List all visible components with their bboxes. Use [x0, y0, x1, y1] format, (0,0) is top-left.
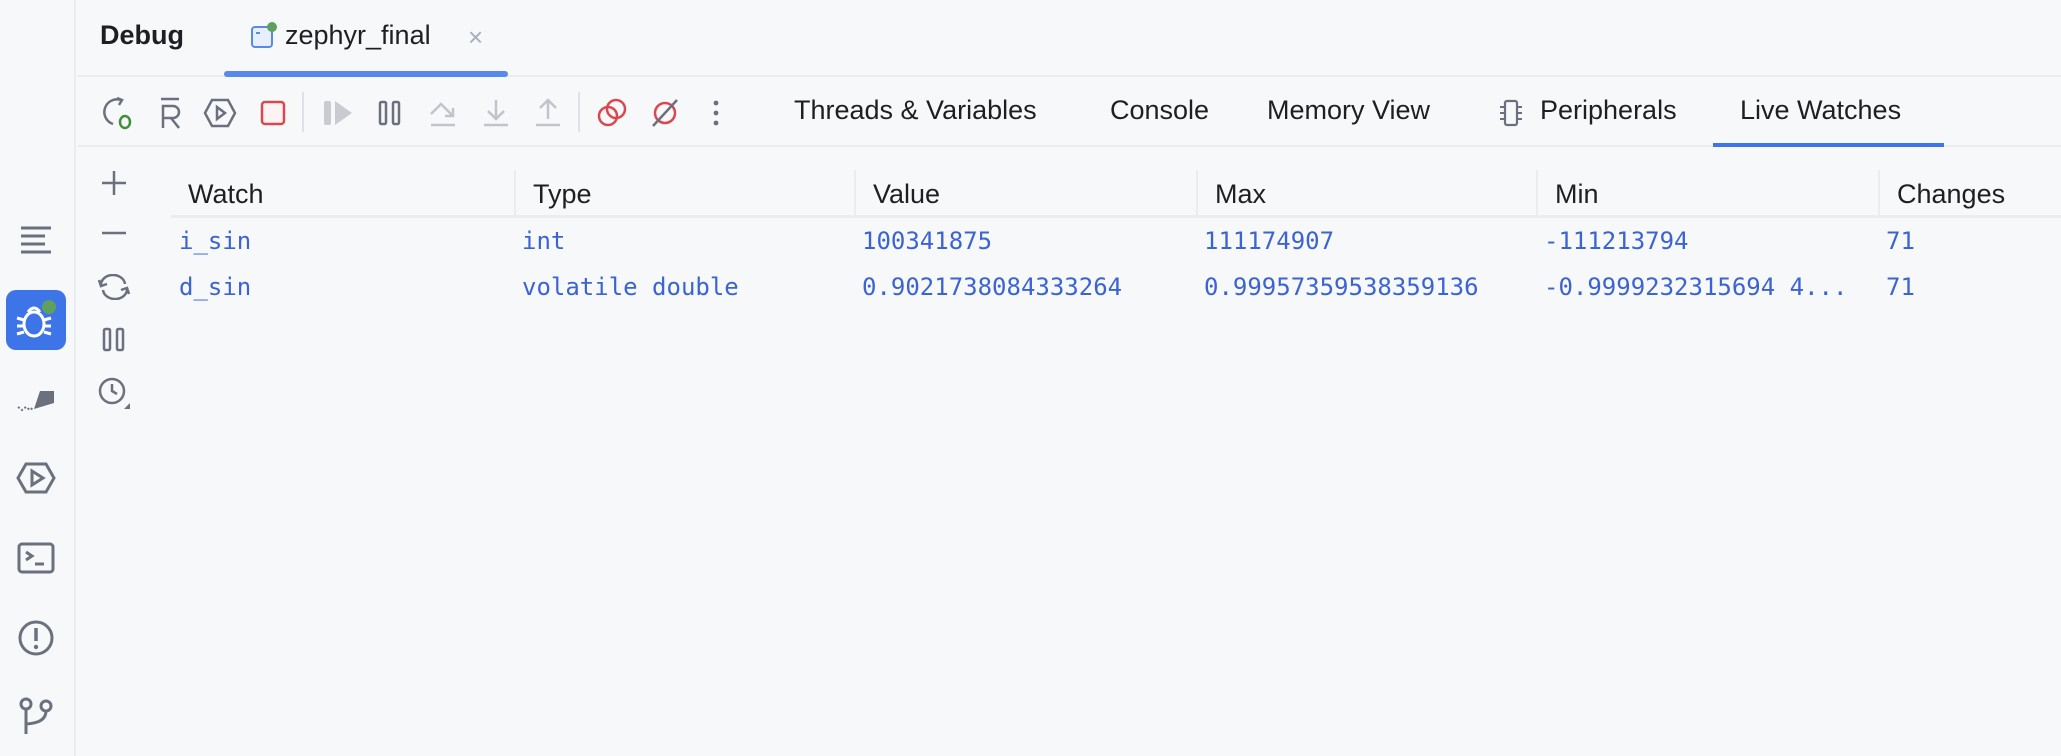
watch-type: volatile double [514, 264, 854, 310]
tab-memory-view[interactable]: Memory View [1267, 95, 1430, 126]
clock-icon [97, 376, 131, 410]
remove-watch-button[interactable] [96, 215, 132, 251]
problems-button[interactable] [6, 608, 66, 668]
run-button[interactable] [6, 448, 66, 508]
more-vertical-icon [711, 98, 721, 128]
table-row[interactable]: i_sin int 100341875 111174907 -111213794… [171, 218, 2061, 264]
watch-min: -111213794 [1536, 218, 1878, 264]
run-config-icon [250, 22, 278, 50]
git-button[interactable] [6, 686, 66, 746]
run-hexagon-icon [16, 462, 56, 494]
run-hexagon-icon [203, 98, 237, 128]
add-watch-button[interactable] [96, 165, 132, 201]
pause-button[interactable] [372, 95, 408, 131]
table-row[interactable]: d_sin volatile double 0.9021738084333264… [171, 264, 2061, 310]
stop-button[interactable] [255, 95, 291, 131]
problems-icon [17, 619, 55, 657]
watch-changes: 71 [1878, 218, 2058, 264]
mute-breakpoints-icon [650, 98, 680, 128]
reset-button[interactable] [152, 95, 188, 131]
terminal-icon [17, 542, 55, 574]
tab-console[interactable]: Console [1110, 95, 1209, 126]
column-header-max[interactable]: Max [1196, 170, 1536, 218]
watch-value: 0.9021738084333264 [854, 264, 1196, 310]
rerun-button[interactable] [100, 95, 136, 131]
column-header-changes[interactable]: Changes [1878, 170, 2058, 218]
watch-value: 100341875 [854, 218, 1196, 264]
step-over-icon [428, 98, 458, 128]
terminal-button[interactable] [6, 528, 66, 588]
rerun-debug-icon [101, 96, 135, 130]
git-branch-icon [18, 696, 54, 736]
session-tab-label: zephyr_final [285, 20, 431, 51]
profiler-icon [16, 385, 56, 415]
column-header-watch[interactable]: Watch [171, 170, 514, 218]
tab-threads-variables[interactable]: Threads & Variables [794, 95, 1037, 126]
watch-name: i_sin [171, 218, 514, 264]
debug-button[interactable] [6, 290, 66, 350]
pause-icon [377, 99, 403, 127]
structure-button[interactable] [6, 210, 66, 270]
watch-name: d_sin [171, 264, 514, 310]
tool-window-title: Debug [100, 20, 184, 51]
watch-type: int [514, 218, 854, 264]
resume-run-button[interactable] [202, 95, 238, 131]
watch-max: 0.99957359538359136 [1196, 264, 1536, 310]
minus-icon [100, 219, 128, 247]
step-into-icon [481, 98, 511, 128]
watch-max: 111174907 [1196, 218, 1536, 264]
plus-icon [100, 169, 128, 197]
refresh-button[interactable] [96, 269, 132, 305]
chip-icon [1498, 98, 1524, 128]
tab-peripherals[interactable]: Peripherals [1540, 95, 1677, 126]
pause-icon [102, 327, 126, 353]
tab-live-watches[interactable]: Live Watches [1740, 95, 1901, 126]
update-interval-button[interactable] [96, 375, 132, 411]
watch-changes: 71 [1878, 264, 2058, 310]
close-tab-icon[interactable]: × [468, 22, 483, 53]
step-out-button[interactable] [530, 95, 566, 131]
profiler-button[interactable] [6, 370, 66, 430]
column-header-type[interactable]: Type [514, 170, 854, 218]
pause-watches-button[interactable] [96, 322, 132, 358]
breakpoints-icon [596, 97, 628, 129]
bug-icon [14, 298, 58, 342]
tool-window-sidebar [0, 0, 76, 756]
reset-icon [155, 96, 185, 130]
column-header-min[interactable]: Min [1536, 170, 1878, 218]
refresh-icon [97, 274, 131, 300]
live-watches-table: Watch Type Value Max Min Changes i_sin i… [171, 170, 2061, 310]
step-out-icon [533, 98, 563, 128]
step-over-button[interactable] [425, 95, 461, 131]
resume-button[interactable] [320, 95, 356, 131]
column-header-value[interactable]: Value [854, 170, 1196, 218]
resume-icon [322, 98, 354, 128]
structure-icon [19, 225, 53, 255]
stop-icon [259, 99, 287, 127]
mute-breakpoints-button[interactable] [647, 95, 683, 131]
watch-min: -0.9999232315694 4... [1536, 264, 1878, 310]
view-breakpoints-button[interactable] [594, 95, 630, 131]
active-tab-indicator [1713, 143, 1944, 147]
more-options-button[interactable] [698, 95, 734, 131]
table-header: Watch Type Value Max Min Changes [171, 170, 2061, 218]
step-into-button[interactable] [478, 95, 514, 131]
